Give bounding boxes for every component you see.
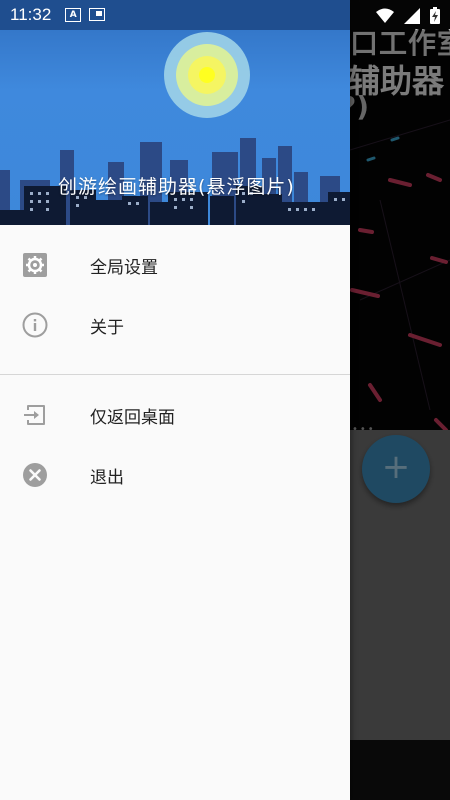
notification-a-icon: A <box>65 8 82 22</box>
drawer-header-title: 创游绘画辅助器(悬浮图片) <box>58 176 295 198</box>
menu-item-global-settings[interactable]: 全局设置 <box>0 235 350 295</box>
info-icon <box>22 312 48 338</box>
close-circle-icon <box>23 463 47 487</box>
menu-item-about[interactable]: 关于 <box>0 295 350 355</box>
drawer-menu: 全局设置 关于 仅返回桌面 退出 <box>0 225 350 505</box>
menu-item-label: 退出 <box>90 468 124 488</box>
navigation-drawer: 创游绘画辅助器(悬浮图片) 全局设置 关于 仅返回桌面 退出 <box>0 0 350 800</box>
status-time: 11:32 <box>10 5 52 24</box>
signal-icon <box>404 7 420 24</box>
sun-icon <box>199 67 215 83</box>
menu-item-return-to-desktop[interactable]: 仅返回桌面 <box>0 385 350 445</box>
menu-item-label: 仅返回桌面 <box>90 408 175 428</box>
gear-icon <box>23 253 47 277</box>
notification-window-icon <box>89 8 106 21</box>
drawer-header: 创游绘画辅助器(悬浮图片) <box>0 0 350 225</box>
menu-item-exit[interactable]: 退出 <box>0 445 350 505</box>
status-bar: 11:32 A <box>0 0 450 30</box>
menu-item-label: 全局设置 <box>90 258 158 278</box>
battery-charging-icon <box>430 7 440 24</box>
exit-to-app-icon <box>24 405 45 425</box>
wifi-icon <box>376 8 394 23</box>
menu-item-label: 关于 <box>90 318 124 338</box>
drawer-scrim[interactable] <box>350 30 450 800</box>
